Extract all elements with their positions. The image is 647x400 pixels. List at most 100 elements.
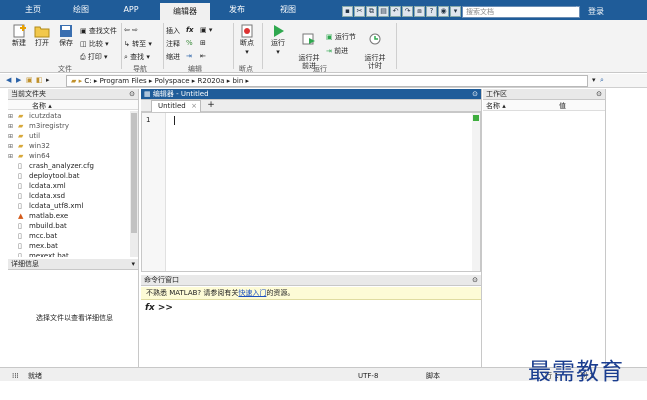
indent-button[interactable]: 缩进	[166, 52, 180, 62]
tab-publish[interactable]: 发布	[222, 0, 252, 20]
editor-scrollbar[interactable]	[472, 113, 480, 271]
save-quick-icon[interactable]: ▪	[342, 6, 353, 17]
file-list-item[interactable]: ▯ mbuild.bat	[8, 221, 138, 231]
insert-button[interactable]: 插入	[166, 26, 180, 36]
file-list-item[interactable]: ▯ deploytool.bat	[8, 171, 138, 181]
file-list-item[interactable]: ⊞ ▰ m3iregistry	[8, 121, 138, 131]
code-editor-area[interactable]: 1	[141, 112, 481, 272]
file-list-item[interactable]: ▯ lcdata.xml	[8, 181, 138, 191]
path-segment[interactable]: R2020a	[198, 77, 225, 85]
open-folder-icon	[34, 26, 50, 38]
workspace-options-icon[interactable]: ⊙	[596, 89, 602, 100]
file-list-item[interactable]: ▯ mex.bat	[8, 241, 138, 251]
details-collapse-icon[interactable]: ▾	[131, 259, 135, 270]
path-dropdown-icon[interactable]: ▾	[592, 76, 596, 84]
breakpoints-button[interactable]: 断点 ▾	[236, 24, 258, 56]
path-segment[interactable]: Program Files	[100, 77, 147, 85]
run-section-button[interactable]: ▣ 运行节	[326, 32, 356, 42]
forward-arrow-icon[interactable]: ▶	[16, 76, 21, 84]
tab-untitled[interactable]: Untitled ×	[151, 100, 201, 112]
cut-quick-icon[interactable]: ✂	[354, 6, 365, 17]
path-segment[interactable]: Polyspace	[155, 77, 190, 85]
goto-button[interactable]: ↳ 转至 ▾	[124, 39, 152, 49]
file-name: icutzdata	[29, 112, 62, 120]
run-and-time-button[interactable]: 运行并 计时	[360, 24, 390, 70]
copy-quick-icon[interactable]: ⧉	[366, 6, 377, 17]
panel-divider[interactable]	[138, 89, 139, 367]
name-column-header[interactable]: 名称 ▴	[32, 101, 52, 111]
file-list-item[interactable]: ⊞ ▰ win32	[8, 141, 138, 151]
path-segment[interactable]: bin	[232, 77, 243, 85]
new-button[interactable]: 新建	[6, 24, 32, 48]
insert-dropdown-icon[interactable]: ▣ ▾	[200, 26, 212, 34]
tab-apps[interactable]: APP	[116, 0, 146, 20]
tab-editor[interactable]: 编辑器	[160, 3, 210, 20]
browse-folder-icon[interactable]: ▸	[46, 76, 50, 84]
scrollbar-thumb[interactable]	[131, 113, 137, 233]
help-icon[interactable]: ?	[426, 6, 437, 17]
file-list-item[interactable]: ▯ lcdata_utf8.xml	[8, 201, 138, 211]
current-path-input[interactable]: ▰ ▸ C: ▸ Program Files ▸ Polyspace ▸ R20…	[66, 75, 588, 87]
close-tab-icon[interactable]: ×	[191, 101, 197, 112]
folder-up-icon[interactable]: ◧	[36, 76, 43, 84]
paste-quick-icon[interactable]: ▤	[378, 6, 389, 17]
login-button[interactable]: 登录	[588, 6, 604, 17]
switch-windows-icon[interactable]: ⧈	[414, 6, 425, 17]
advance-button[interactable]: ⇥ 前进	[326, 46, 348, 56]
file-list-item[interactable]: ⊞ ▰ win64	[8, 151, 138, 161]
command-options-icon[interactable]: ⊙	[472, 275, 478, 286]
run-section-icon: ▣	[326, 33, 335, 41]
file-list-item[interactable]: ▯ crash_analyzer.cfg	[8, 161, 138, 171]
nav-back-forward[interactable]: ⇦ ⇨	[124, 26, 138, 34]
comment-button[interactable]: 注释	[166, 39, 180, 49]
compare-button[interactable]: ◫ 比较 ▾	[80, 39, 109, 49]
undo-quick-icon[interactable]: ↶	[390, 6, 401, 17]
file-type-indicator[interactable]: 脚本	[426, 370, 440, 383]
up-folder-icon[interactable]: ▣	[26, 76, 33, 84]
back-arrow-icon[interactable]: ◀	[6, 76, 11, 84]
file-list-item[interactable]: ▯ lcdata.xsd	[8, 191, 138, 201]
file-list-item[interactable]: ▯ mcc.bat	[8, 231, 138, 241]
code-analyzer-indicator[interactable]	[473, 115, 479, 121]
open-button[interactable]: 打开	[30, 24, 54, 48]
find-files-button[interactable]: ▣ 查找文件	[80, 26, 117, 36]
minimize-ribbon-icon[interactable]: ▾	[450, 6, 461, 17]
path-segment[interactable]: C:	[84, 77, 91, 85]
tab-home[interactable]: 主页	[18, 0, 48, 20]
comment-percent-icon[interactable]: %	[186, 39, 193, 47]
community-icon[interactable]: ◉	[438, 6, 449, 17]
encoding-indicator[interactable]: UTF-8	[358, 370, 378, 383]
find-button[interactable]: ⌕ 查找 ▾	[124, 52, 150, 62]
compare-icon: ◫	[80, 40, 89, 48]
fx-insert-function-icon[interactable]: fx	[186, 26, 194, 34]
command-input-area[interactable]: fx >>	[141, 300, 481, 367]
workspace-column-header: 名称 ▴ 值	[483, 100, 605, 111]
redo-quick-icon[interactable]: ↷	[402, 6, 413, 17]
file-list-item[interactable]: ⊞ ▰ util	[8, 131, 138, 141]
editor-options-icon[interactable]: ⊙	[472, 89, 478, 100]
file-list-item[interactable]: ⊞ ▰ icutzdata	[8, 111, 138, 121]
file-list-item[interactable]: ▲ matlab.exe	[8, 211, 138, 221]
file-list-item[interactable]: ▯ mexext.bat	[8, 251, 138, 257]
workspace-name-column[interactable]: 名称 ▴	[486, 101, 506, 111]
indent-icon[interactable]: ⇥	[186, 52, 192, 60]
getting-started-link[interactable]: 快速入门	[238, 289, 266, 297]
run-button[interactable]: 运行 ▾	[266, 24, 290, 56]
search-icon[interactable]: ⌕	[560, 7, 565, 17]
save-button[interactable]: 保存	[54, 24, 78, 48]
run-group-label: 运行	[313, 65, 327, 73]
path-search-icon[interactable]: ⌕	[600, 76, 604, 85]
workspace-value-column[interactable]: 值	[559, 101, 566, 111]
file-name: deploytool.bat	[29, 172, 80, 180]
tab-view[interactable]: 视图	[273, 0, 303, 20]
print-button[interactable]: ⎙ 打印 ▾	[80, 52, 108, 62]
add-tab-button[interactable]: +	[205, 100, 217, 112]
notification-bell-icon[interactable]: ♪	[574, 6, 580, 16]
smart-indent-icon[interactable]: ⇤	[200, 52, 206, 60]
panel-options-icon[interactable]: ⊙	[129, 89, 135, 100]
panel-divider[interactable]	[481, 89, 482, 367]
file-list-scrollbar[interactable]	[130, 111, 138, 257]
file-name: crash_analyzer.cfg	[29, 162, 94, 170]
tab-plots[interactable]: 绘图	[66, 0, 96, 20]
wrap-icon[interactable]: ⊞	[200, 39, 206, 47]
